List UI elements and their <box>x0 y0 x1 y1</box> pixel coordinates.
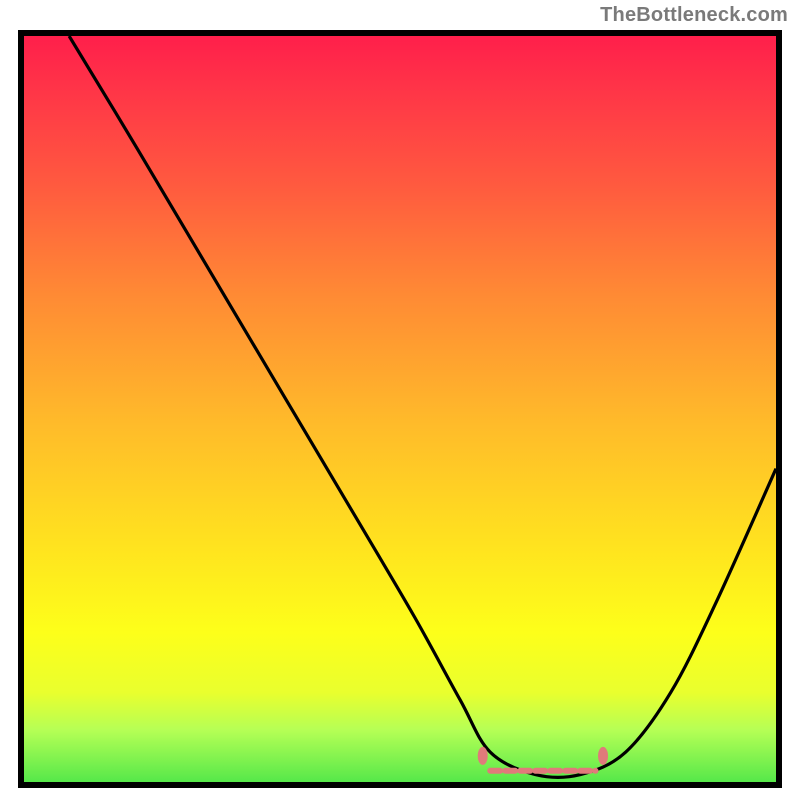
bottleneck-curve <box>69 36 776 777</box>
attribution-label: TheBottleneck.com <box>600 4 788 27</box>
optimal-end-marker <box>598 747 608 765</box>
plot-frame <box>18 30 782 788</box>
chart-svg <box>24 36 776 782</box>
optimal-start-marker <box>478 747 488 765</box>
chart-container: TheBottleneck.com <box>0 0 800 800</box>
